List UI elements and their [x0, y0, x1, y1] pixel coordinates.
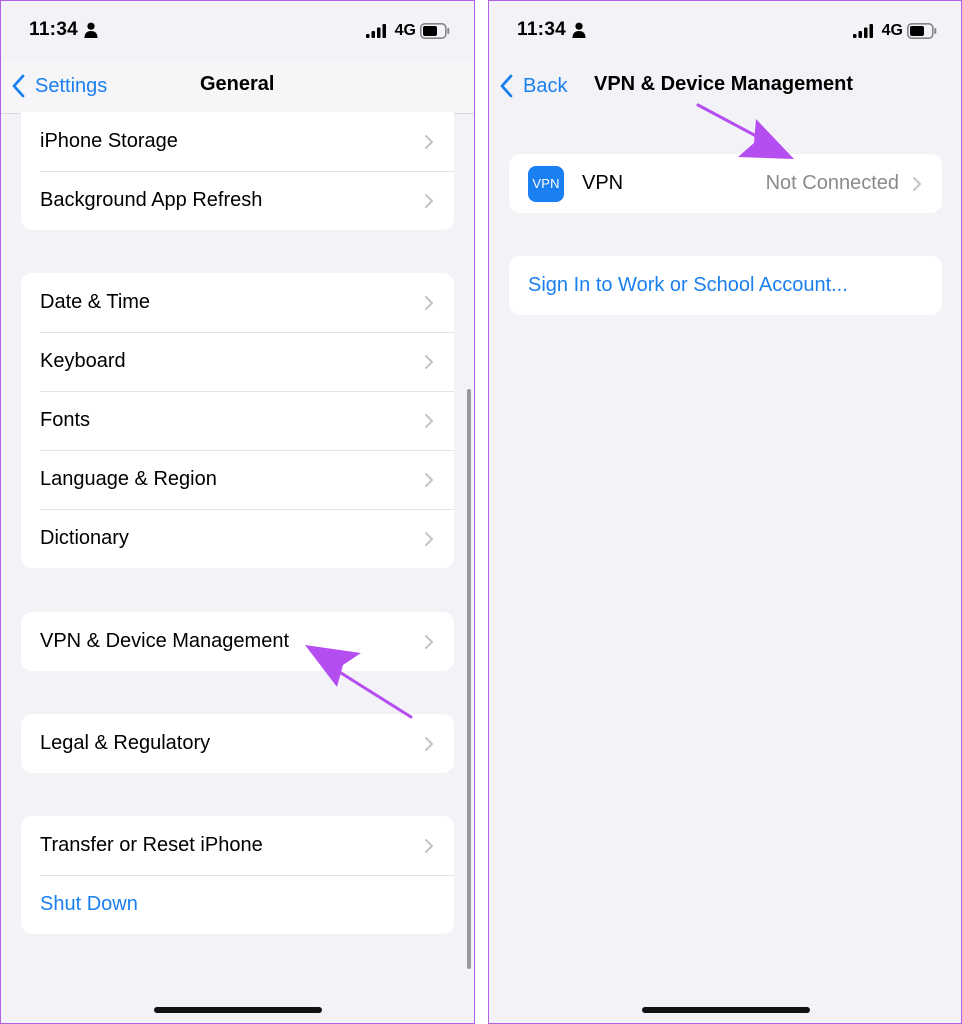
date-time-row[interactable]: Date & Time	[21, 273, 454, 332]
row-label: Language & Region	[40, 468, 217, 490]
iphone-storage-row[interactable]: iPhone Storage	[21, 112, 454, 171]
home-indicator[interactable]	[154, 1007, 322, 1013]
chevron-right-icon	[425, 473, 433, 487]
chevron-right-icon	[425, 635, 433, 649]
row-label: Legal & Regulatory	[40, 732, 211, 754]
legal-regulatory-row[interactable]: Legal & Regulatory	[21, 714, 454, 773]
vpn-label: VPN	[582, 172, 624, 194]
battery-icon	[420, 23, 450, 39]
general-settings-screen: 11:34 4G Settings General iPhone Storage…	[0, 0, 475, 1024]
status-bar: 11:34 4G	[489, 1, 961, 61]
background-app-refresh-row[interactable]: Background App Refresh	[21, 171, 454, 230]
row-label: Transfer or Reset iPhone	[40, 834, 263, 856]
vpn-status: Not Connected	[765, 172, 899, 194]
scrollbar[interactable]	[467, 389, 471, 969]
person-icon	[84, 22, 98, 38]
chevron-right-icon	[425, 194, 433, 208]
row-label: Shut Down	[40, 893, 138, 915]
vpn-icon: VPN	[528, 165, 564, 202]
chevron-right-icon	[425, 839, 433, 853]
shut-down-button[interactable]: Shut Down	[21, 875, 454, 934]
row-label: Background App Refresh	[40, 189, 263, 211]
navigation-bar: Settings General	[1, 61, 474, 114]
status-time: 11:34	[517, 19, 567, 40]
battery-icon	[907, 23, 937, 39]
chevron-right-icon	[425, 532, 433, 546]
row-label: Date & Time	[40, 291, 151, 313]
reset-group: Transfer or Reset iPhone Shut Down	[21, 816, 454, 934]
chevron-right-icon	[425, 135, 433, 149]
vpn-group: VPN & Device Management	[21, 612, 454, 671]
person-icon	[572, 22, 586, 38]
sign-in-work-school-button[interactable]: Sign In to Work or School Account...	[509, 256, 942, 315]
back-button[interactable]: Back	[499, 71, 567, 101]
locale-group: Date & Time Keyboard Fonts Language & Re…	[21, 273, 454, 568]
home-indicator[interactable]	[642, 1007, 810, 1013]
vpn-group: VPN VPN Not Connected	[509, 154, 942, 213]
row-label: iPhone Storage	[40, 130, 178, 152]
vpn-row[interactable]: VPN VPN Not Connected	[509, 154, 942, 213]
legal-group: Legal & Regulatory	[21, 714, 454, 773]
keyboard-row[interactable]: Keyboard	[21, 332, 454, 391]
sign-in-link-label: Sign In to Work or School Account...	[528, 274, 848, 296]
row-label: VPN & Device Management	[40, 630, 290, 652]
status-time: 11:34	[29, 19, 79, 40]
page-title: VPN & Device Management	[594, 73, 853, 95]
back-button-label: Back	[523, 74, 568, 97]
transfer-reset-row[interactable]: Transfer or Reset iPhone	[21, 816, 454, 875]
back-button-label: Settings	[35, 74, 108, 97]
chevron-left-icon	[500, 74, 513, 98]
vpn-device-management-screen: 11:34 4G Back VPN & Device Management VP…	[488, 0, 962, 1024]
chevron-right-icon	[425, 355, 433, 369]
chevron-right-icon	[425, 414, 433, 428]
navigation-bar: Back VPN & Device Management	[489, 61, 961, 113]
chevron-right-icon	[913, 177, 921, 191]
page-title: General	[200, 73, 275, 95]
network-type: 4G	[881, 22, 903, 39]
row-label: Dictionary	[40, 527, 129, 549]
account-group: Sign In to Work or School Account...	[509, 256, 942, 315]
signal-icon	[853, 24, 873, 38]
chevron-right-icon	[425, 296, 433, 310]
language-region-row[interactable]: Language & Region	[21, 450, 454, 509]
storage-group: iPhone Storage Background App Refresh	[21, 112, 454, 230]
dictionary-row[interactable]: Dictionary	[21, 509, 454, 568]
chevron-right-icon	[425, 737, 433, 751]
chevron-left-icon	[12, 74, 25, 98]
signal-icon	[366, 24, 386, 38]
network-type: 4G	[394, 22, 416, 39]
back-to-settings-button[interactable]: Settings	[11, 71, 107, 101]
row-label: Keyboard	[40, 350, 126, 372]
status-bar: 11:34 4G	[1, 1, 474, 61]
row-label: Fonts	[40, 409, 91, 431]
vpn-device-management-row[interactable]: VPN & Device Management	[21, 612, 454, 671]
fonts-row[interactable]: Fonts	[21, 391, 454, 450]
